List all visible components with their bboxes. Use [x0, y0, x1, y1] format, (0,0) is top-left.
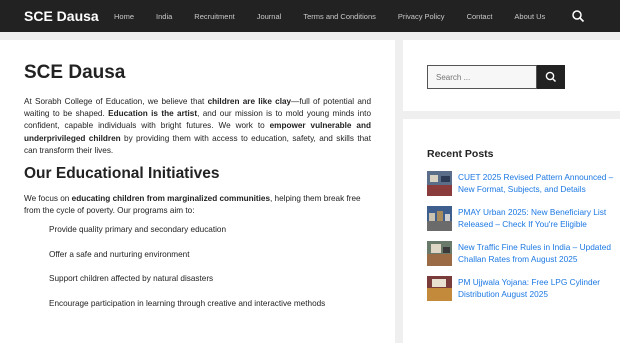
intro-bold-2: Education is the artist	[108, 109, 198, 119]
intro-text-1: At Sorabh College of Education, we belie…	[24, 97, 208, 106]
section-paragraph: We focus on educating children from marg…	[24, 193, 371, 217]
article-content: SCE Dausa At Sorabh College of Education…	[0, 40, 395, 343]
recent-post-item[interactable]: PMAY Urban 2025: New Beneficiary List Re…	[427, 206, 620, 231]
section-bold-1: educating children from marginalized com…	[71, 194, 270, 204]
search-button[interactable]	[537, 65, 565, 89]
menu-item-recruitment[interactable]: Recruitment	[183, 12, 245, 21]
recent-post-link[interactable]: PM Ujjwala Yojana: Free LPG Cylinder Dis…	[458, 276, 620, 301]
menu-item-contact[interactable]: Contact	[456, 12, 504, 21]
main-menu: Home India Recruitment Journal Terms and…	[103, 0, 556, 32]
recent-post-item[interactable]: CUET 2025 Revised Pattern Announced – Ne…	[427, 171, 620, 196]
menu-item-journal[interactable]: Journal	[246, 12, 293, 21]
site-title[interactable]: SCE Dausa	[24, 8, 99, 24]
list-item: Encourage participation in learning thro…	[49, 298, 326, 308]
list-item: Offer a safe and nurturing environment	[49, 249, 190, 259]
recent-post-link[interactable]: CUET 2025 Revised Pattern Announced – Ne…	[458, 171, 620, 196]
menu-item-privacy[interactable]: Privacy Policy	[387, 12, 456, 21]
search-icon	[545, 71, 557, 83]
recent-post-link[interactable]: New Traffic Fine Rules in India – Update…	[458, 241, 620, 266]
menu-item-home[interactable]: Home	[103, 12, 145, 21]
sidebar-search-widget	[403, 40, 620, 111]
menu-item-india[interactable]: India	[145, 12, 183, 21]
menu-item-terms[interactable]: Terms and Conditions	[292, 12, 387, 21]
top-navigation-bar: SCE Dausa Home India Recruitment Journal…	[0, 0, 620, 32]
page-title: SCE Dausa	[24, 62, 126, 83]
list-item: Provide quality primary and secondary ed…	[49, 225, 227, 235]
intro-bold-1: children are like clay	[207, 97, 292, 106]
post-thumbnail[interactable]	[427, 276, 452, 301]
search-icon[interactable]	[571, 9, 585, 23]
list-item: Support children affected by natural dis…	[49, 274, 214, 284]
post-thumbnail[interactable]	[427, 171, 452, 196]
initiatives-list: Provide quality primary and secondary ed…	[24, 224, 371, 309]
section-text-1: We focus on	[24, 194, 72, 204]
menu-item-about[interactable]: About Us	[503, 12, 556, 21]
intro-paragraph: At Sorabh College of Education, we belie…	[24, 96, 371, 157]
post-thumbnail[interactable]	[427, 241, 452, 266]
post-thumbnail[interactable]	[427, 206, 452, 231]
search-input[interactable]	[427, 65, 537, 89]
section-heading: Our Educational Initiatives	[24, 165, 220, 183]
recent-posts-widget: Recent Posts CUET 2025 Revised Pattern A…	[403, 119, 620, 343]
recent-posts-heading: Recent Posts	[427, 148, 494, 160]
recent-post-link[interactable]: PMAY Urban 2025: New Beneficiary List Re…	[458, 206, 620, 231]
recent-post-item[interactable]: New Traffic Fine Rules in India – Update…	[427, 241, 620, 266]
recent-post-item[interactable]: PM Ujjwala Yojana: Free LPG Cylinder Dis…	[427, 276, 620, 301]
